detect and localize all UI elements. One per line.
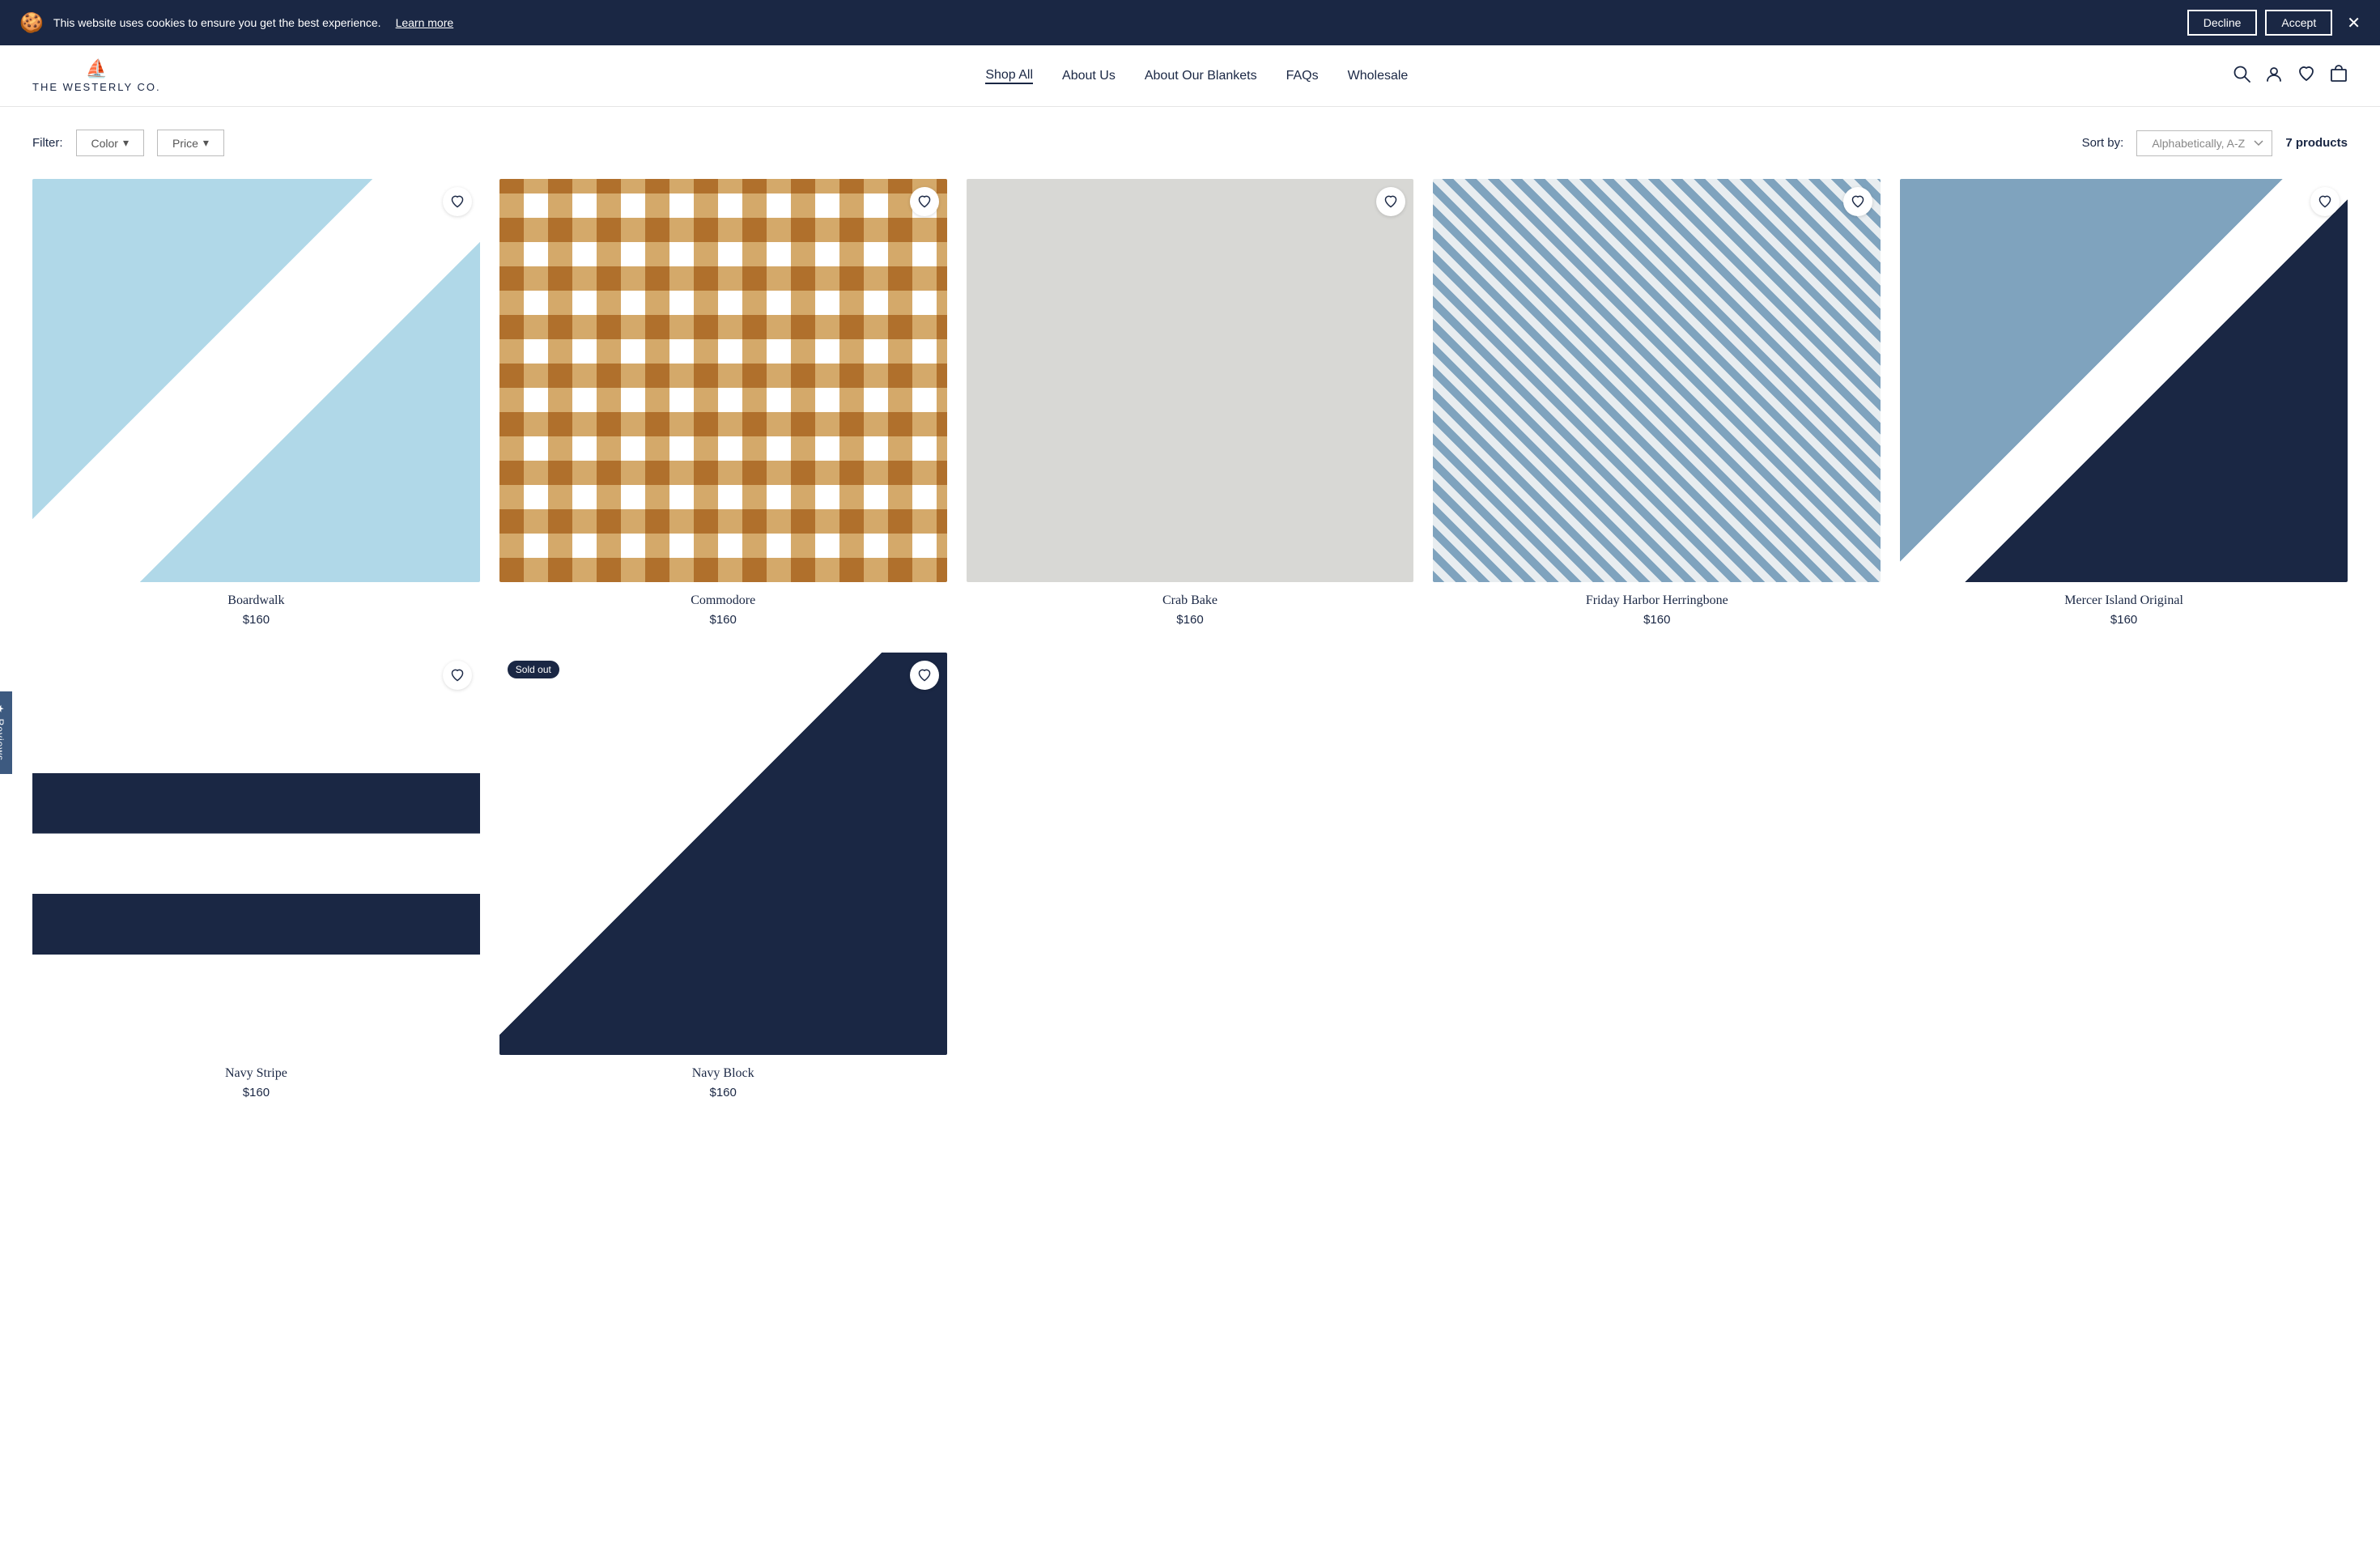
cookie-message: This website uses cookies to ensure you … [53,16,381,29]
wishlist-btn-mercer-island[interactable] [2310,187,2340,216]
header-icons [2233,65,2348,87]
price-filter-button[interactable]: Price ▾ [157,130,224,156]
account-icon[interactable] [2265,65,2283,87]
product-card-navy-stripe[interactable]: Navy Stripe $160 [32,653,480,1100]
color-filter-button[interactable]: Color ▾ [76,130,145,156]
price-filter-chevron: ▾ [203,136,209,150]
wishlist-btn-commodore[interactable] [910,187,939,216]
nav-shop-all[interactable]: Shop All [985,68,1033,84]
product-image-boardwalk [32,179,480,582]
filter-bar: Filter: Color ▾ Price ▾ Sort by: Alphabe… [0,107,2380,171]
product-price-navy-stripe: $160 [243,1086,270,1099]
product-card-friday-harbor[interactable]: Friday Harbor Herringbone $160 [1433,179,1881,627]
product-card-crab-bake[interactable]: Crab Bake $160 [967,179,1414,627]
product-name-navy-block: Navy Block [692,1066,754,1081]
reviews-tab-label: Reviews [0,719,6,761]
product-price-navy-block: $160 [710,1086,737,1099]
product-price-crab-bake: $160 [1176,613,1203,627]
nav-wholesale[interactable]: Wholesale [1348,69,1409,83]
product-image-commodore [499,179,947,582]
wishlist-btn-navy-block[interactable] [910,661,939,690]
product-name-boardwalk: Boardwalk [227,593,284,608]
product-count: 7 products [2285,136,2348,150]
product-card-boardwalk[interactable]: Boardwalk $160 [32,179,480,627]
products-grid: Boardwalk $160 Commodore $160 [32,179,2348,1099]
products-section: Boardwalk $160 Commodore $160 [0,171,2380,1132]
reviews-tab[interactable]: ★ Reviews [0,691,12,774]
wishlist-btn-friday-harbor[interactable] [1843,187,1872,216]
sort-select[interactable]: Alphabetically, A-Z Price, low to high P… [2136,130,2272,156]
product-price-mercer-island: $160 [2110,613,2137,627]
cookie-icon: 🍪 [19,11,44,35]
filter-label: Filter: [32,136,63,150]
cookie-banner: 🍪 This website uses cookies to ensure yo… [0,0,2380,45]
product-name-friday-harbor: Friday Harbor Herringbone [1586,593,1728,608]
decline-button[interactable]: Decline [2187,10,2258,36]
search-icon[interactable] [2233,65,2250,87]
product-image-navy-stripe [32,653,480,1056]
product-card-commodore[interactable]: Commodore $160 [499,179,947,627]
sort-label: Sort by: [2082,136,2124,150]
wishlist-btn-boardwalk[interactable] [443,187,472,216]
cookie-learn-more[interactable]: Learn more [396,16,454,29]
cart-icon[interactable] [2330,65,2348,87]
close-cookie-button[interactable]: ✕ [2347,13,2361,33]
sort-controls: Sort by: Alphabetically, A-Z Price, low … [2082,130,2348,156]
product-image-mercer-island [1900,179,2348,582]
color-filter-label: Color [91,137,118,150]
sold-out-badge: Sold out [508,661,559,678]
product-name-commodore: Commodore [691,593,755,608]
logo-icon: ⛵ [86,58,108,79]
cookie-message-area: 🍪 This website uses cookies to ensure yo… [19,11,453,35]
nav-about-us[interactable]: About Us [1062,69,1116,83]
color-filter-chevron: ▾ [123,136,129,150]
product-image-crab-bake [967,179,1414,582]
main-nav: Shop All About Us About Our Blankets FAQ… [985,68,1408,84]
filter-controls: Filter: Color ▾ Price ▾ [32,130,224,156]
product-image-friday-harbor [1433,179,1881,582]
site-logo[interactable]: ⛵ THE WESTERLY CO. [32,58,161,93]
product-name-crab-bake: Crab Bake [1162,593,1218,608]
product-price-friday-harbor: $160 [1643,613,1670,627]
nav-faqs[interactable]: FAQs [1286,69,1319,83]
cookie-actions: Decline Accept ✕ [2187,10,2361,36]
product-card-navy-block[interactable]: Sold out Navy Block $160 [499,653,947,1100]
wishlist-btn-navy-stripe[interactable] [443,661,472,690]
product-price-boardwalk: $160 [243,613,270,627]
logo-text: THE WESTERLY CO. [32,81,161,93]
site-header: ⛵ THE WESTERLY CO. Shop All About Us Abo… [0,45,2380,107]
accept-button[interactable]: Accept [2265,10,2332,36]
wishlist-header-icon[interactable] [2297,65,2315,87]
product-card-mercer-island[interactable]: Mercer Island Original $160 [1900,179,2348,627]
product-name-navy-stripe: Navy Stripe [225,1066,287,1081]
price-filter-label: Price [172,137,198,150]
product-price-commodore: $160 [710,613,737,627]
product-name-mercer-island: Mercer Island Original [2064,593,2183,608]
nav-about-blankets[interactable]: About Our Blankets [1145,69,1257,83]
product-image-navy-block: Sold out [499,653,947,1056]
reviews-star-icon: ★ [0,704,6,714]
